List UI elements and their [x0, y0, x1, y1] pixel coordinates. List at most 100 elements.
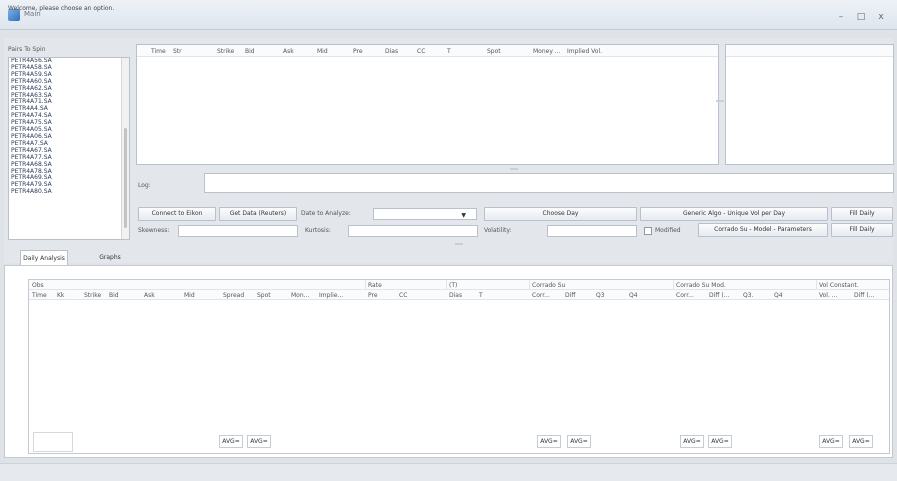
log-label: Log: [138, 182, 151, 189]
column-header[interactable]: Str [173, 48, 182, 55]
get-data-reuters-button[interactable]: Get Data (Reuters) [219, 207, 297, 221]
column-header[interactable]: Pre [353, 48, 363, 55]
column-header[interactable]: Spread [223, 292, 244, 299]
date-analyze-label: Date to Analyze: [301, 210, 351, 217]
panel-splitter[interactable] [455, 243, 463, 245]
maximize-button[interactable]: □ [853, 12, 869, 24]
column-header[interactable]: Ask [283, 48, 294, 55]
column-header[interactable]: Strike [217, 48, 234, 55]
vertical-splitter[interactable] [716, 100, 724, 102]
volatility-label: Volatility: [484, 227, 512, 234]
column-header[interactable]: Diff (... [854, 292, 874, 299]
skewness-input[interactable] [178, 225, 298, 237]
kurtosis-label: Kurtosis: [305, 227, 331, 234]
column-header[interactable]: Strike [84, 292, 101, 299]
close-button[interactable]: x [873, 12, 889, 24]
fill-daily-button-1[interactable]: Fill Daily [831, 207, 893, 221]
group-separator [673, 280, 674, 290]
pairs-list-scrollbar[interactable] [121, 58, 129, 239]
column-header[interactable]: Implie... [319, 292, 343, 299]
choose-day-button[interactable]: Choose Day [484, 207, 637, 221]
column-header[interactable]: T [479, 292, 483, 299]
log-textbox[interactable] [204, 173, 894, 193]
column-header[interactable]: Pre [368, 292, 378, 299]
column-header[interactable]: Spot [257, 292, 271, 299]
chevron-down-icon: ▼ [461, 212, 466, 219]
column-header[interactable]: Mid [317, 48, 328, 55]
footer-cell [33, 432, 73, 452]
avg-button[interactable]: AVG= [537, 435, 561, 448]
right-panel-header [726, 45, 893, 57]
status-text: Welcome, please choose an option. [8, 5, 115, 12]
column-header[interactable]: CC [417, 48, 425, 55]
right-panel [725, 44, 894, 165]
modified-label: Modified [655, 227, 681, 234]
generic-algo-button[interactable]: Generic Algo - Unique Vol per Day [640, 207, 828, 221]
column-header[interactable]: Diff (... [709, 292, 729, 299]
column-header[interactable]: Ask [144, 292, 155, 299]
avg-button[interactable]: AVG= [247, 435, 271, 448]
title-bar [0, 0, 897, 30]
column-header[interactable]: Dias [385, 48, 398, 55]
column-header[interactable]: Time [151, 48, 166, 55]
column-header[interactable]: Spot [487, 48, 501, 55]
avg-button[interactable]: AVG= [708, 435, 732, 448]
column-header[interactable]: Bid [109, 292, 119, 299]
column-header[interactable]: Bid [245, 48, 255, 55]
column-header[interactable]: Corr... [676, 292, 694, 299]
column-header[interactable]: Mon... [291, 292, 309, 299]
horizontal-splitter[interactable] [510, 168, 518, 170]
column-header[interactable]: Q3. [743, 292, 753, 299]
grid-column-header: Time Kk Strike Bid Ask Mid Spread Spot Mon... Imp… [29, 290, 889, 300]
connect-eikon-button[interactable]: Connect to Eikon [138, 207, 216, 221]
column-group-header: Corrado Su Mod. [676, 282, 726, 289]
column-group-header: (T) [449, 282, 458, 289]
column-group-header: Vol Constant. [819, 282, 859, 289]
column-header[interactable]: T [447, 48, 451, 55]
column-group-header: Corrado Su [532, 282, 566, 289]
avg-button[interactable]: AVG= [819, 435, 843, 448]
pairs-listbox[interactable]: PETR4A56.SA PETR4A58.SA PETR4A59.SA PETR4A6… [8, 57, 130, 240]
group-separator [446, 280, 447, 290]
kurtosis-input[interactable] [348, 225, 478, 237]
column-group-header: Obs [32, 282, 44, 289]
grid-group-header: Obs Rate (T) Corrado Su Corrado Su Mod. Vol C… [29, 280, 889, 290]
column-header[interactable]: Kk [57, 292, 64, 299]
column-header[interactable]: Q4 [629, 292, 638, 299]
avg-button[interactable]: AVG= [567, 435, 591, 448]
column-header[interactable]: Money ... [533, 48, 561, 55]
pair-list-item[interactable]: PETR4A80.SA [9, 188, 129, 196]
avg-button[interactable]: AVG= [680, 435, 704, 448]
column-header[interactable]: Implied Vol. [567, 48, 602, 55]
column-header[interactable]: Q3 [596, 292, 605, 299]
skewness-label: Skewness: [138, 227, 170, 234]
tab-graphs[interactable]: Graphs [92, 250, 128, 265]
scrollbar-thumb[interactable] [124, 128, 127, 228]
column-header[interactable]: Diff [565, 292, 575, 299]
column-header[interactable]: Vol. ... [819, 292, 838, 299]
column-header[interactable]: Mid [184, 292, 195, 299]
group-separator [529, 280, 530, 290]
column-header[interactable]: Q4 [774, 292, 783, 299]
date-analyze-combo[interactable]: ▼ [373, 208, 477, 220]
options-grid[interactable]: Time Str Strike Bid Ask Mid Pre Dias CC T Spot Mone… [136, 44, 719, 165]
corrado-su-parameters-button[interactable]: Corrado Su - Model - Parameters [698, 223, 828, 237]
column-header[interactable]: Time [32, 292, 47, 299]
column-header[interactable]: CC [399, 292, 407, 299]
daily-analysis-grid[interactable]: Obs Rate (T) Corrado Su Corrado Su Mod. Vol C… [28, 279, 890, 454]
avg-button[interactable]: AVG= [849, 435, 873, 448]
tab-daily-analysis[interactable]: Daily Analysis [20, 250, 68, 265]
volatility-input[interactable] [547, 225, 637, 237]
column-header[interactable]: Corr... [532, 292, 550, 299]
column-header[interactable]: Dias [449, 292, 462, 299]
column-group-header: Rate [368, 282, 382, 289]
pairs-list-label: Pairs To Spin [8, 46, 46, 53]
fill-daily-button-2[interactable]: Fill Daily [831, 223, 893, 237]
avg-button[interactable]: AVG= [219, 435, 243, 448]
minimize-button[interactable]: – [833, 12, 849, 24]
status-bar [0, 463, 897, 481]
group-separator [365, 280, 366, 290]
options-grid-header: Time Str Strike Bid Ask Mid Pre Dias CC T Spot Mone… [137, 45, 718, 57]
modified-checkbox[interactable] [644, 227, 652, 235]
group-separator [816, 280, 817, 290]
